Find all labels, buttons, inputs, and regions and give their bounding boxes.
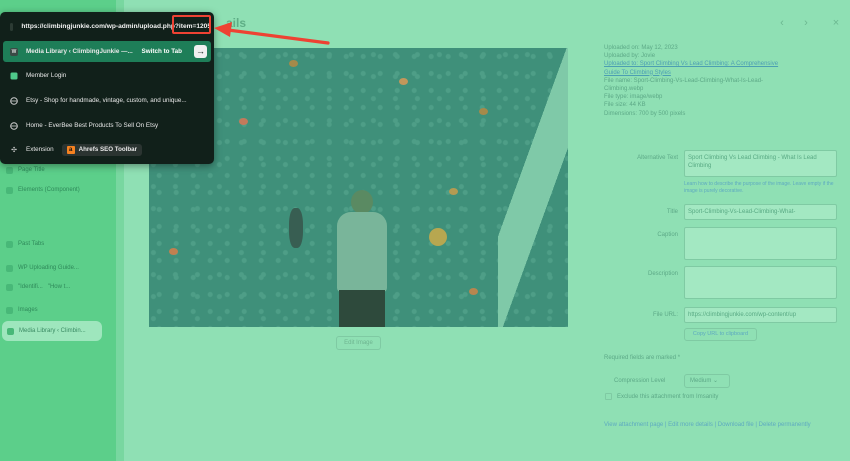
annotation-arrow-icon [214, 22, 330, 45]
